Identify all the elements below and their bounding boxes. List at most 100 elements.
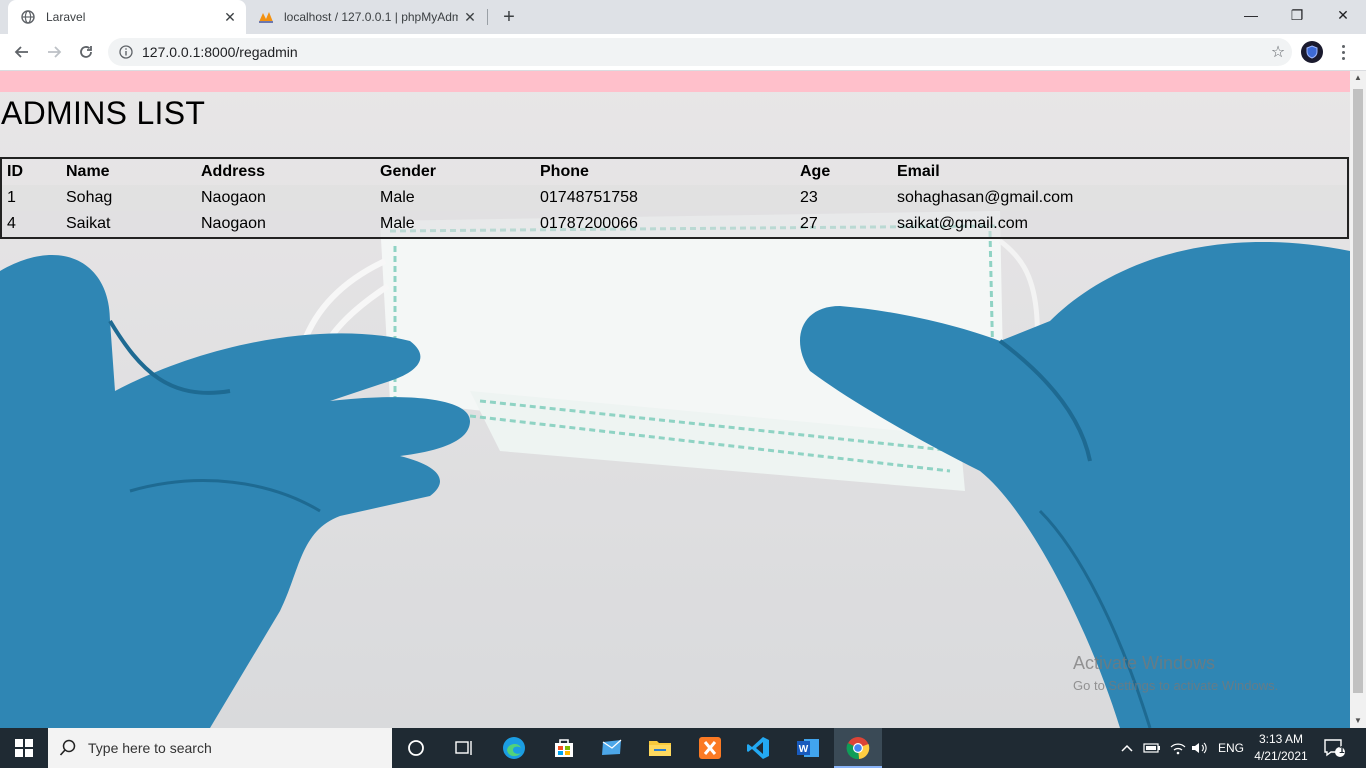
mail-app-button[interactable] — [588, 728, 636, 768]
scrollbar-thumb[interactable] — [1353, 89, 1363, 693]
xampp-icon — [699, 737, 721, 759]
column-header-name: Name — [66, 163, 110, 180]
page-viewport: ADMINS LIST ID Name Address Gender Phone… — [0, 71, 1350, 728]
cell-phone: 01787200066 — [540, 215, 638, 232]
bookmark-star-icon[interactable]: ☆ — [1264, 42, 1292, 62]
battery-icon — [1143, 743, 1160, 753]
cell-id: 4 — [7, 215, 16, 232]
shield-icon — [1306, 45, 1318, 59]
cell-email: sohaghasan@gmail.com — [897, 189, 1074, 206]
reload-button[interactable] — [72, 38, 100, 66]
cell-id: 1 — [7, 189, 16, 206]
address-bar[interactable]: 127.0.0.1:8000/regadmin ☆ — [108, 38, 1292, 66]
scroll-down-arrow-icon[interactable]: ▼ — [1350, 714, 1366, 728]
header-bar — [0, 71, 1350, 92]
restore-button[interactable]: ❐ — [1274, 0, 1320, 30]
language-indicator[interactable]: ENG — [1218, 728, 1244, 768]
show-hidden-icons-button[interactable] — [1121, 728, 1133, 768]
table-row: 4 Saikat Naogaon Male 01787200066 27 sai… — [1, 211, 1348, 238]
store-app-button[interactable] — [540, 728, 588, 768]
xampp-app-button[interactable] — [686, 728, 734, 768]
search-placeholder: Type here to search — [88, 740, 212, 756]
windows-taskbar: Type here to search W ENG 3:13 AM 4/21/2… — [0, 728, 1366, 768]
tab-strip: Laravel ✕ localhost / 127.0.0.1 | phpMyA… — [0, 0, 1366, 34]
cell-gender: Male — [380, 189, 415, 206]
tab-title: localhost / 127.0.0.1 | phpMyAdmin — [284, 10, 458, 24]
start-button[interactable] — [0, 728, 48, 768]
clock-date: 4/21/2021 — [1254, 749, 1308, 763]
notification-count: 1 — [1339, 745, 1345, 756]
scroll-up-arrow-icon[interactable]: ▲ — [1350, 71, 1366, 85]
wifi-button[interactable] — [1169, 728, 1187, 768]
action-center-button[interactable]: 1 — [1322, 736, 1346, 760]
folder-icon — [649, 741, 671, 756]
new-tab-button[interactable]: + — [497, 5, 521, 29]
chrome-icon — [846, 737, 870, 760]
column-header-phone: Phone — [540, 163, 589, 180]
back-arrow-icon — [14, 46, 28, 58]
tab-close-icon[interactable]: ✕ — [458, 9, 482, 26]
reload-icon — [80, 46, 92, 58]
tab-close-icon[interactable]: ✕ — [218, 9, 242, 26]
tab-divider — [487, 9, 488, 25]
tab-laravel[interactable]: Laravel ✕ — [8, 0, 246, 34]
mail-icon — [602, 739, 622, 755]
speaker-icon — [1192, 742, 1207, 754]
profile-avatar[interactable] — [1301, 41, 1323, 63]
close-window-button[interactable]: ✕ — [1320, 0, 1366, 30]
cell-address: Naogaon — [201, 189, 266, 206]
taskbar-search-box[interactable]: Type here to search — [48, 728, 392, 768]
cell-phone: 01748751758 — [540, 189, 638, 206]
info-icon[interactable] — [118, 44, 134, 60]
clock[interactable]: 3:13 AM 4/21/2021 — [1250, 731, 1312, 765]
file-explorer-button[interactable] — [636, 728, 684, 768]
chevron-up-icon — [1121, 744, 1133, 752]
vertical-scrollbar[interactable]: ▲ ▼ — [1350, 71, 1366, 728]
phpmyadmin-icon — [258, 9, 274, 25]
volume-button[interactable] — [1191, 728, 1209, 768]
wifi-icon — [1170, 743, 1186, 755]
vscode-app-button[interactable] — [734, 728, 782, 768]
battery-button[interactable] — [1143, 728, 1161, 768]
globe-icon — [20, 9, 36, 25]
column-header-age: Age — [800, 163, 831, 180]
browser-menu-button[interactable] — [1336, 41, 1350, 63]
page-title: ADMINS LIST — [1, 95, 206, 131]
column-header-gender: Gender — [380, 163, 437, 180]
cell-age: 27 — [800, 215, 818, 232]
forward-arrow-icon — [48, 46, 62, 58]
cell-age: 23 — [800, 189, 818, 206]
minimize-button[interactable]: — — [1228, 0, 1274, 30]
store-bag-icon — [555, 739, 573, 757]
cell-email: saikat@gmail.com — [897, 215, 1028, 232]
edge-icon — [503, 737, 525, 759]
table-header-row: ID Name Address Gender Phone Age Email — [1, 158, 1348, 185]
word-app-button[interactable]: W — [784, 728, 832, 768]
task-view-icon — [455, 741, 472, 755]
cell-name: Saikat — [66, 215, 111, 232]
browser-toolbar: 127.0.0.1:8000/regadmin ☆ — [0, 34, 1366, 71]
task-view-button[interactable] — [440, 728, 488, 768]
column-header-id: ID — [7, 163, 23, 180]
column-header-email: Email — [897, 163, 940, 180]
url-text[interactable]: 127.0.0.1:8000/regadmin — [142, 44, 1264, 60]
windows-logo-icon — [15, 739, 33, 757]
cortana-circle-icon — [408, 740, 424, 756]
activate-windows-watermark: Activate Windows Go to Settings to activ… — [1073, 653, 1278, 693]
forward-button[interactable] — [40, 38, 68, 66]
svg-text:W: W — [799, 744, 809, 755]
admins-table: ID Name Address Gender Phone Age Email 1… — [0, 157, 1349, 239]
cell-name: Sohag — [66, 189, 113, 206]
watermark-title: Activate Windows — [1073, 653, 1216, 673]
chrome-app-button[interactable] — [834, 728, 882, 768]
cortana-button[interactable] — [392, 728, 440, 768]
vscode-icon — [747, 737, 769, 759]
back-button[interactable] — [8, 38, 36, 66]
tab-phpmyadmin[interactable]: localhost / 127.0.0.1 | phpMyAdmin ✕ — [248, 0, 486, 34]
tab-title: Laravel — [46, 10, 86, 24]
search-icon — [48, 739, 88, 757]
word-icon: W — [797, 739, 819, 757]
edge-app-button[interactable] — [490, 728, 538, 768]
clock-time: 3:13 AM — [1258, 732, 1304, 746]
cell-gender: Male — [380, 215, 415, 232]
